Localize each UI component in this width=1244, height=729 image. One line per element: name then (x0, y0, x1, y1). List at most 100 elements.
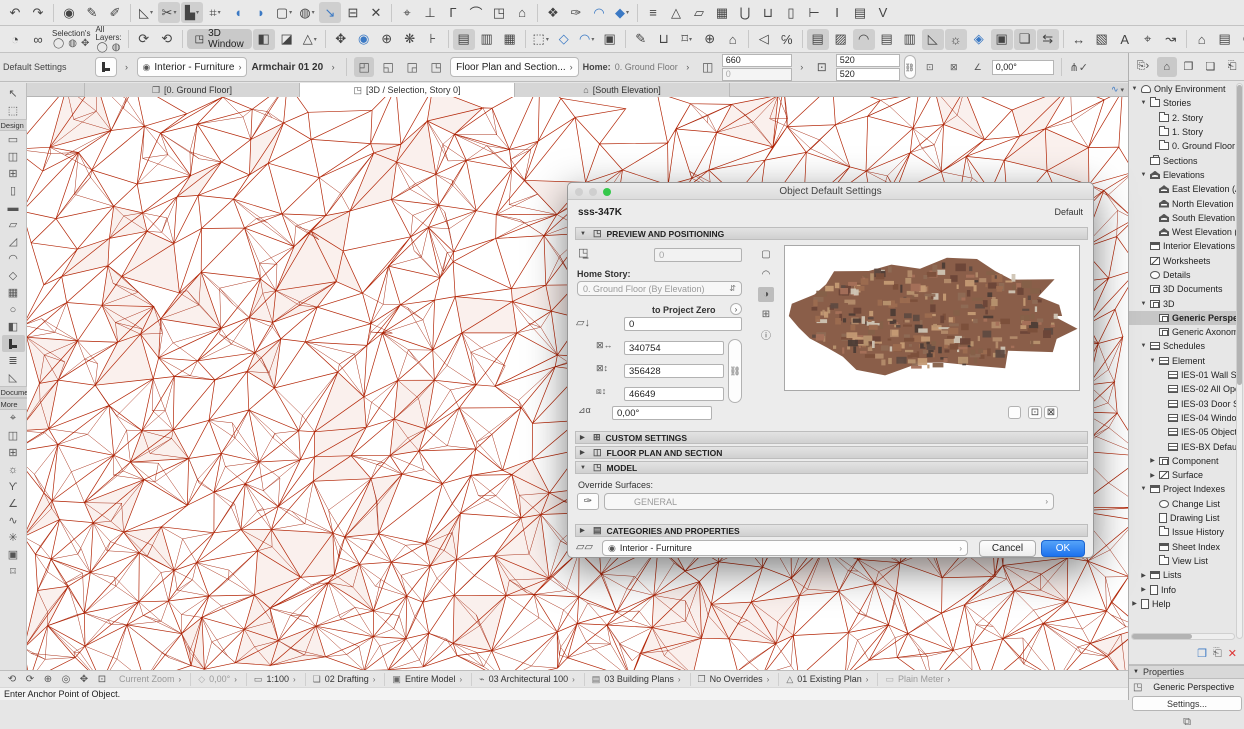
object-tool[interactable] (2, 335, 25, 352)
beam-tool[interactable]: ▬ (2, 199, 25, 216)
resize-icon[interactable]: ✕ (365, 2, 387, 23)
cube-blue-icon[interactable]: ◇ (553, 29, 575, 50)
height-field-1[interactable]: 520 (836, 54, 900, 67)
dropdown-arrow-icon[interactable]: ▾ (546, 36, 549, 43)
tree-item-generic-axonomet[interactable]: Generic Axonomet (1129, 325, 1237, 339)
layout-book-tab[interactable]: ❏ (1200, 57, 1220, 77)
ibeam-icon[interactable]: I (826, 2, 848, 23)
tree-item-details[interactable]: Details (1129, 268, 1237, 282)
quick-option-01-existing-plan[interactable]: △01 Existing Plan› (778, 673, 875, 686)
snap-grid-icon[interactable]: ⌗▾ (204, 2, 226, 23)
camera-globe-icon[interactable]: ⊕ (699, 29, 721, 50)
close-button[interactable] (575, 188, 583, 196)
megaphone-icon[interactable]: ◁ (753, 29, 775, 50)
tree-item-ies-03-door-sc[interactable]: IES-03 Door Sc (1129, 397, 1237, 411)
cutaway-icon[interactable]: ◧ (253, 29, 275, 50)
dialog-layer-dropdown[interactable]: ◉ Interior - Furniture › (602, 540, 968, 556)
tree-item-south-elevation-a[interactable]: South Elevation (A (1129, 211, 1237, 225)
section-preview-positioning[interactable]: ▼◳ PREVIEW AND POSITIONING (575, 227, 1088, 240)
tree-item-generic-perspect[interactable]: Generic Perspect (1129, 311, 1237, 325)
tree-item-ies-04-window[interactable]: IES-04 Window (1129, 411, 1237, 425)
guide-lines-icon[interactable]: ◺▾ (135, 2, 157, 23)
tree-item-view-list[interactable]: View List (1129, 554, 1237, 568)
tree-disclosure-icon[interactable]: ▼ (1140, 100, 1147, 106)
zoom-button[interactable] (603, 188, 611, 196)
copy-icon[interactable]: ❏ (1014, 29, 1036, 50)
project-zero-chevron[interactable]: › (730, 303, 742, 315)
design-group-label[interactable]: Design (0, 119, 27, 131)
ok-button[interactable]: OK (1041, 540, 1085, 557)
redo-icon[interactable]: ↷ (27, 2, 49, 23)
curve-icon[interactable]: ↝ (1160, 29, 1182, 50)
chain-link-button[interactable]: ⛓ (904, 55, 916, 79)
proportional-chain-button[interactable]: ⛓ (728, 339, 742, 403)
view-depth-combo[interactable]: Floor Plan and Section... › (450, 57, 579, 77)
tree-item-sheet-index[interactable]: Sheet Index (1129, 540, 1237, 554)
dropdown-arrow-icon[interactable]: ▾ (314, 36, 317, 43)
hatch-diag-icon[interactable]: ▧ (1091, 29, 1113, 50)
tab-options-arrow-icon[interactable]: ▾ (1120, 86, 1124, 94)
flare-tool[interactable]: ✳ (2, 529, 25, 546)
tree-disclosure-icon[interactable]: ▼ (1149, 358, 1156, 364)
tree-item-2-story[interactable]: 2. Story (1129, 111, 1237, 125)
frame-icon[interactable]: ◳ (488, 2, 510, 23)
view-tab-3[interactable]: ⌂[South Elevation] (515, 83, 730, 97)
elevation-field[interactable]: 0 (624, 317, 742, 331)
flip-a-button[interactable]: ⊡ (1028, 406, 1042, 419)
selection-group-icon-2[interactable]: ◍ (68, 38, 77, 49)
text-block-icon[interactable]: ▤ (849, 2, 871, 23)
cube-icon[interactable]: ◪ (276, 29, 298, 50)
tree-item-west-elevation-au[interactable]: West Elevation (Au (1129, 225, 1237, 239)
level-icon[interactable]: ⊥ (419, 2, 441, 23)
axonometry-icon[interactable]: △▾ (299, 29, 321, 50)
opening-tool[interactable]: ◫ (2, 427, 25, 444)
snap-guide-a-icon[interactable]: ◖ (227, 2, 249, 23)
mirror-checkbox[interactable] (1008, 406, 1021, 419)
tree-item-stories[interactable]: ▼Stories (1129, 96, 1237, 110)
roof-tool-icon[interactable]: △ (665, 2, 687, 23)
quick-option-0-00[interactable]: ◇0,00°› (190, 673, 244, 686)
tree-item-worksheets[interactable]: Worksheets (1129, 254, 1237, 268)
anchor-point-2-button[interactable]: ◱ (378, 57, 398, 77)
tree-disclosure-icon[interactable]: ▶ (1149, 457, 1156, 464)
anchor-point-1-button[interactable]: ◰ (354, 57, 374, 77)
properties-header[interactable]: ▼ Properties (1129, 665, 1244, 679)
pan-wave-icon[interactable]: ∿ (1111, 84, 1119, 95)
vk-icon[interactable]: V (872, 2, 894, 23)
tree-item-east-elevation-au[interactable]: East Elevation (Au (1129, 182, 1237, 196)
tree-item-help[interactable]: ▶Help (1129, 597, 1237, 611)
anchor-icon[interactable]: ⌖ (396, 2, 418, 23)
quick-option-02-drafting[interactable]: ❏02 Drafting› (305, 673, 383, 686)
curtain-wall-tool[interactable]: ◧ (2, 318, 25, 335)
previous-zoom-icon[interactable]: ⟲ (4, 674, 20, 685)
width-field-2[interactable]: 0 (722, 68, 792, 81)
preview-option-3[interactable]: ◑ (758, 287, 774, 302)
tree-item-only-environment[interactable]: ▼Only Environment (1129, 82, 1237, 96)
all-layers-group-icon-1[interactable]: ◯ (97, 42, 108, 53)
size-y-field[interactable]: 356428 (624, 364, 724, 378)
book-icon[interactable]: ▤ (1214, 29, 1236, 50)
select-tool[interactable]: ↖ (2, 85, 25, 102)
adjust-icon[interactable]: ▙▾ (181, 2, 203, 23)
tree-disclosure-icon[interactable]: ▶ (1131, 600, 1138, 607)
view-tab-1[interactable]: ❐[0. Ground Floor] (85, 83, 300, 97)
project-map-tab[interactable]: ⌂ (1157, 57, 1177, 77)
all-layers-group-icon-2[interactable]: ◍ (112, 42, 121, 53)
fit-icon[interactable]: ↔ (1068, 29, 1090, 50)
corner-icon[interactable]: Γ (442, 2, 464, 23)
quick-option-entire-model[interactable]: ▣Entire Model› (384, 673, 469, 686)
dropdown-arrow-icon[interactable]: ▾ (150, 9, 153, 16)
home-icon[interactable]: ⌂ (511, 2, 533, 23)
mesh-tool[interactable]: ▦ (2, 284, 25, 301)
tree-item-ies-02-all-oper[interactable]: IES-02 All Oper (1129, 382, 1237, 396)
tree-item-element[interactable]: ▼Element (1129, 354, 1237, 368)
surface-paint-button[interactable]: ✑ (577, 493, 599, 510)
stair-tool[interactable]: ≣ (2, 352, 25, 369)
size-x-field[interactable]: 340754 (624, 341, 724, 355)
preview-option-4[interactable]: ⊞ (758, 307, 774, 322)
tabbed-windows-icon[interactable]: ⧉ (1129, 716, 1244, 729)
wall-tool[interactable]: ▭ (2, 131, 25, 148)
paint-icon[interactable]: ⊔ (757, 2, 779, 23)
page-icon[interactable]: ▤ (453, 29, 475, 50)
navigator-hscrollbar-thumb[interactable] (1132, 634, 1192, 639)
